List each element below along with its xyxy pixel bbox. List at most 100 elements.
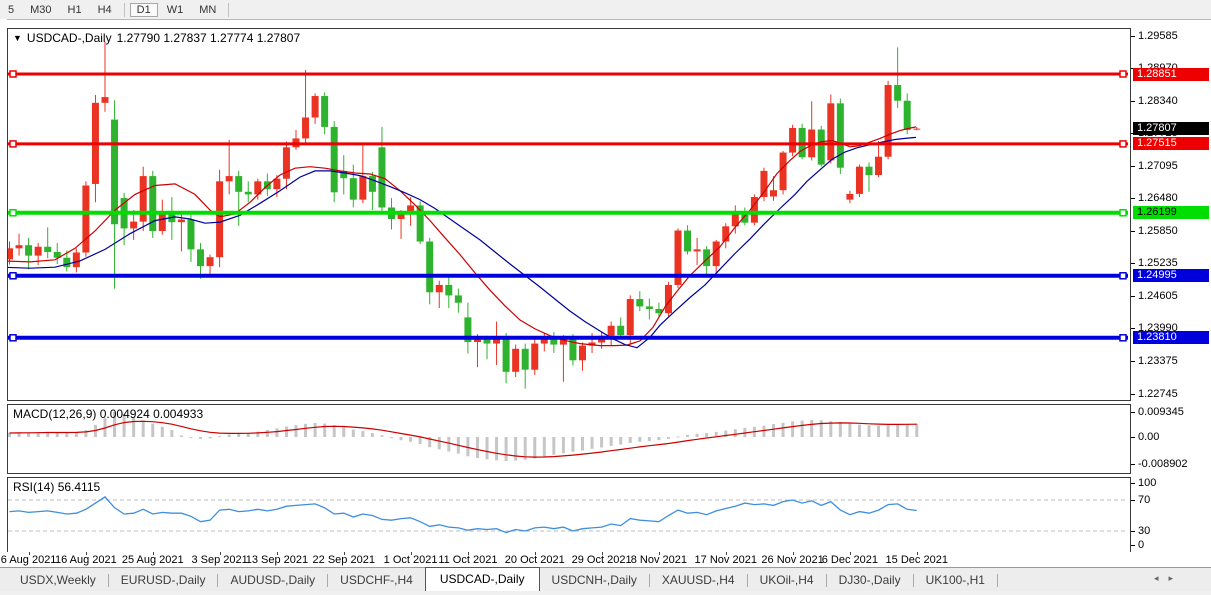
timeframe-button-m30[interactable]: M30 — [23, 3, 58, 17]
tab-scroll-right-icon[interactable]: ▸ — [1168, 573, 1183, 583]
line-handle[interactable] — [10, 335, 16, 341]
chart-tab-ukoil-h4[interactable]: UKOil-,H4 — [748, 570, 826, 591]
window-left-edge — [0, 19, 7, 567]
time-axis-label: 6 Aug 2021 — [1, 554, 57, 566]
macd-bar — [782, 423, 785, 437]
chart-tab-eurusd-daily[interactable]: EURUSD-,Daily — [109, 570, 218, 591]
macd-bar — [285, 427, 288, 437]
chart-title: ▼ USDCAD-,Daily 1.27790 1.27837 1.27774 … — [13, 31, 300, 45]
price-tick-label: 1.29585 — [1138, 30, 1178, 42]
status-strip — [0, 591, 1211, 595]
time-axis-label: 15 Dec 2021 — [886, 554, 948, 566]
macd-signal-line — [10, 421, 917, 457]
timeframe-button-w1[interactable]: W1 — [160, 3, 191, 17]
macd-bar — [438, 437, 441, 449]
line-handle[interactable] — [1120, 273, 1126, 279]
timeframe-button-h4[interactable]: H4 — [91, 3, 119, 17]
price-level-badge: 1.27515 — [1133, 137, 1209, 150]
candle-body — [226, 176, 233, 181]
time-axis-label: 29 Oct 2021 — [572, 554, 632, 566]
time-axis-label: 1 Oct 2021 — [384, 554, 438, 566]
horizontal-level-line[interactable] — [8, 210, 1128, 216]
timeframe-button-5[interactable]: 5 — [1, 3, 21, 17]
candle-body — [904, 101, 911, 130]
timeframe-button-mn[interactable]: MN — [192, 3, 223, 17]
price-level-badge: 1.26199 — [1133, 206, 1209, 219]
timeframe-button-h1[interactable]: H1 — [61, 3, 89, 17]
price-axis[interactable]: 1.295851.289701.283401.277251.270951.264… — [1131, 28, 1211, 552]
chart-tab-dj30-daily[interactable]: DJ30-,Daily — [827, 570, 913, 591]
candle-body — [522, 349, 529, 370]
line-handle[interactable] — [1120, 71, 1126, 77]
candle-body — [913, 129, 920, 130]
timeframe-button-d1[interactable]: D1 — [130, 3, 158, 17]
candle-body — [837, 103, 844, 167]
chart-tab-bar: USDX,WeeklyEURUSD-,DailyAUDUSD-,DailyUSD… — [0, 567, 1211, 591]
macd-bar — [84, 430, 87, 437]
macd-bar — [734, 429, 737, 437]
macd-bar — [333, 425, 336, 437]
chart-tab-usdcnh-daily[interactable]: USDCNH-,Daily — [540, 570, 649, 591]
macd-bar — [877, 426, 880, 437]
macd-tick — [1131, 412, 1135, 413]
candle-body — [321, 96, 328, 127]
macd-bar — [295, 425, 298, 437]
macd-bar — [868, 425, 871, 437]
time-axis[interactable]: 6 Aug 202116 Aug 202125 Aug 20213 Sep 20… — [7, 552, 1131, 567]
rsi-pane[interactable]: RSI(14) 56.4115 — [7, 477, 1131, 553]
price-tick — [1131, 394, 1135, 395]
macd-bar — [820, 420, 823, 437]
line-handle[interactable] — [10, 273, 16, 279]
macd-tick — [1131, 464, 1135, 465]
horizontal-level-line[interactable] — [8, 141, 1128, 147]
macd-bar — [400, 437, 403, 440]
line-handle[interactable] — [10, 141, 16, 147]
macd-bar — [667, 437, 670, 439]
price-tick — [1131, 36, 1135, 37]
macd-bar — [304, 424, 307, 437]
horizontal-level-line[interactable] — [8, 335, 1128, 341]
candle-body — [140, 176, 147, 222]
macd-bar — [486, 437, 489, 459]
macd-bar — [906, 424, 909, 437]
chart-tab-usdx-weekly[interactable]: USDX,Weekly — [8, 570, 108, 591]
macd-bar — [228, 435, 231, 437]
macd-bar — [581, 437, 584, 450]
price-tick-label: 1.22745 — [1138, 388, 1178, 400]
horizontal-level-line[interactable] — [8, 273, 1128, 279]
macd-bar — [495, 437, 498, 460]
rsi-line-chart — [8, 478, 1128, 550]
macd-bar — [342, 427, 345, 437]
macd-bar — [266, 430, 269, 437]
line-handle[interactable] — [1120, 335, 1126, 341]
macd-bar — [218, 436, 221, 437]
line-handle[interactable] — [1120, 210, 1126, 216]
macd-bar — [638, 437, 641, 442]
chart-ohlc-values: 1.27790 1.27837 1.27774 1.27807 — [117, 31, 301, 45]
candle-body — [455, 295, 462, 302]
chart-tab-usdchf-h4[interactable]: USDCHF-,H4 — [328, 570, 425, 591]
price-level-badge: 1.23810 — [1133, 331, 1209, 344]
chart-tab-uk100-h1[interactable]: UK100-,H1 — [914, 570, 997, 591]
price-tick — [1131, 263, 1135, 264]
macd-bar — [591, 437, 594, 449]
chart-tab-xauusd-h4[interactable]: XAUUSD-,H4 — [650, 570, 747, 591]
line-handle[interactable] — [1120, 141, 1126, 147]
candle-body — [102, 97, 109, 103]
chart-tab-usdcad-daily[interactable]: USDCAD-,Daily — [425, 567, 540, 591]
line-handle[interactable] — [10, 71, 16, 77]
price-tick-label: 1.26480 — [1138, 192, 1178, 204]
candle-body — [207, 257, 214, 266]
main-chart-pane[interactable]: ▼ USDCAD-,Daily 1.27790 1.27837 1.27774 … — [7, 28, 1131, 401]
toolbar-separator — [124, 3, 125, 17]
chart-tab-audusd-daily[interactable]: AUDUSD-,Daily — [218, 570, 327, 591]
candle-body — [484, 339, 491, 343]
tab-scroll-arrows: ◂▸ — [1154, 573, 1183, 584]
macd-bar — [791, 421, 794, 437]
line-handle[interactable] — [10, 210, 16, 216]
rsi-label: RSI(14) 56.4115 — [13, 480, 100, 494]
horizontal-level-line[interactable] — [8, 71, 1128, 77]
macd-pane[interactable]: MACD(12,26,9) 0.004924 0.004933 — [7, 404, 1131, 474]
tab-scroll-left-icon[interactable]: ◂ — [1154, 573, 1169, 583]
macd-bar — [170, 430, 173, 437]
